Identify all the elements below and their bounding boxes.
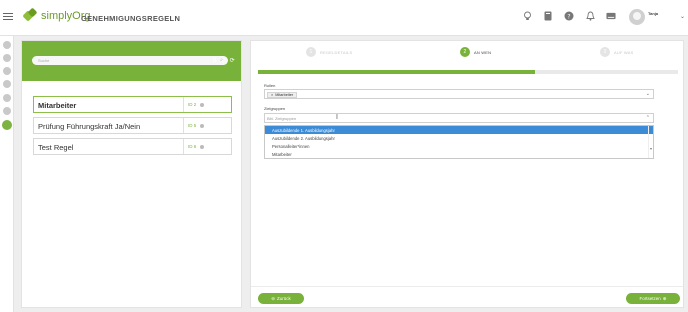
rules-panel-header: Suche ⌕ ⇅ ▽ ⟳ bbox=[22, 41, 241, 81]
rollen-chip[interactable]: × Mitarbeiter bbox=[267, 91, 298, 98]
rule-item[interactable]: Test Regel ID 6 bbox=[33, 138, 232, 155]
next-button[interactable]: Fortsetzen ⊕ bbox=[626, 293, 680, 304]
back-button[interactable]: ⊖ Zurück bbox=[258, 293, 304, 304]
left-nav bbox=[0, 36, 14, 312]
arrow-right-icon: ⊕ bbox=[662, 295, 667, 301]
rule-id: ID 2 bbox=[183, 97, 205, 112]
step-an-wen[interactable]: 2 AN WEN bbox=[460, 47, 491, 57]
step-label: AN WEN bbox=[474, 49, 492, 55]
nav-item-2-icon[interactable] bbox=[3, 54, 11, 62]
nav-item-5-icon[interactable] bbox=[3, 94, 11, 102]
rule-name: Mitarbeiter bbox=[38, 100, 77, 110]
rules-panel: Suche ⌕ ⇅ ▽ ⟳ Mitarbeiter ID 2 Prüfung F… bbox=[21, 40, 242, 308]
rule-list: Mitarbeiter ID 2 Prüfung Führungskraft J… bbox=[33, 96, 232, 159]
nav-item-3-icon[interactable] bbox=[3, 67, 11, 75]
scrollbar[interactable]: ▴ ▾ bbox=[648, 126, 653, 158]
text-cursor-icon: I bbox=[336, 114, 338, 121]
rollen-select[interactable]: × Mitarbeiter ⌄ bbox=[264, 89, 654, 99]
progress-fill bbox=[258, 70, 536, 74]
info-icon bbox=[200, 144, 205, 149]
step-label: REGELDETAILS bbox=[320, 49, 353, 55]
search-input[interactable]: Suche ⌕ bbox=[32, 56, 228, 65]
keyboard-icon[interactable] bbox=[606, 11, 616, 21]
chevron-up-icon[interactable]: ⌃ bbox=[646, 115, 650, 121]
help-icon[interactable]: ? bbox=[564, 11, 574, 21]
dropdown-option[interactable]: Auszubildende 1. Ausbildungsjahr bbox=[265, 126, 653, 134]
step-label: AUF WAS bbox=[614, 49, 634, 55]
svg-text:?: ? bbox=[567, 13, 570, 20]
rollen-label: Rollen bbox=[264, 83, 276, 88]
avatar[interactable] bbox=[629, 9, 645, 25]
user-name[interactable]: Tanja bbox=[648, 11, 658, 16]
step-number: 3 bbox=[600, 47, 610, 57]
refresh-icon[interactable]: ⟳ bbox=[230, 57, 235, 64]
zielgruppen-dropdown: Auszubildende 1. Ausbildungsjahr Auszubi… bbox=[264, 125, 654, 159]
zielgruppen-label: Zielgruppen bbox=[264, 106, 286, 111]
step-number: 2 bbox=[460, 47, 470, 57]
next-label: Fortsetzen bbox=[639, 296, 661, 301]
logo-mark bbox=[22, 7, 38, 23]
info-icon bbox=[200, 102, 205, 107]
filter-icon[interactable]: ▽ bbox=[221, 57, 226, 64]
rule-id: ID 6 bbox=[183, 139, 205, 154]
rule-id: ID 5 bbox=[183, 118, 205, 133]
rule-name: Test Regel bbox=[38, 142, 74, 152]
menu-icon[interactable] bbox=[3, 13, 13, 21]
dropdown-option[interactable]: Auszubildende 2. Ausbildungsjahr bbox=[265, 134, 653, 142]
sort-icon[interactable]: ⇅ bbox=[212, 57, 217, 64]
nav-item-6-icon[interactable] bbox=[3, 107, 11, 115]
rule-item[interactable]: Prüfung Führungskraft Ja/Nein ID 5 bbox=[33, 117, 232, 134]
back-label: Zurück bbox=[277, 296, 291, 301]
nav-item-1-icon[interactable] bbox=[3, 41, 11, 49]
top-bar: simplyOrg GENEHMIGUNGSREGELN ? Tanja ⌄ bbox=[0, 0, 688, 36]
lightbulb-icon[interactable] bbox=[522, 11, 532, 21]
zielgruppen-select[interactable]: Bitt. Zielgruppen I ⌃ bbox=[264, 113, 654, 123]
chevron-down-icon[interactable]: ⌄ bbox=[680, 13, 685, 20]
rule-item[interactable]: Mitarbeiter ID 2 bbox=[33, 96, 232, 113]
rule-id-text: ID 6 bbox=[188, 144, 197, 149]
chip-label: Mitarbeiter bbox=[275, 92, 294, 97]
search-placeholder: Suche bbox=[38, 57, 50, 63]
scroll-down-icon[interactable]: ▾ bbox=[649, 146, 653, 151]
chevron-down-icon[interactable]: ⌄ bbox=[646, 91, 650, 97]
dropdown-option[interactable]: Mitarbeiter bbox=[265, 150, 653, 158]
page-title: GENEHMIGUNGSREGELN bbox=[81, 14, 181, 23]
step-regeldetails[interactable]: 1 REGELDETAILS bbox=[306, 47, 352, 57]
rule-name: Prüfung Führungskraft Ja/Nein bbox=[38, 121, 141, 131]
book-icon[interactable] bbox=[543, 11, 553, 21]
scroll-up-icon[interactable]: ▴ bbox=[649, 126, 653, 131]
nav-item-4-icon[interactable] bbox=[3, 80, 11, 88]
info-icon bbox=[200, 123, 205, 128]
arrow-left-icon: ⊖ bbox=[271, 295, 275, 301]
nav-item-active-icon[interactable] bbox=[2, 120, 12, 130]
progress-bar bbox=[258, 70, 678, 74]
bell-icon[interactable] bbox=[585, 11, 595, 21]
wizard-panel: 1 REGELDETAILS 2 AN WEN 3 AUF WAS Rollen… bbox=[250, 40, 684, 308]
rule-id-text: ID 5 bbox=[188, 123, 197, 128]
rule-id-text: ID 2 bbox=[188, 102, 197, 107]
zielgruppen-placeholder: Bitt. Zielgruppen bbox=[267, 116, 297, 121]
step-number: 1 bbox=[306, 47, 316, 57]
dropdown-option[interactable]: Personalleiter*innen bbox=[265, 142, 653, 150]
remove-chip-icon[interactable]: × bbox=[271, 93, 273, 97]
step-auf-was[interactable]: 3 AUF WAS bbox=[600, 47, 633, 57]
footer-divider bbox=[251, 286, 683, 287]
